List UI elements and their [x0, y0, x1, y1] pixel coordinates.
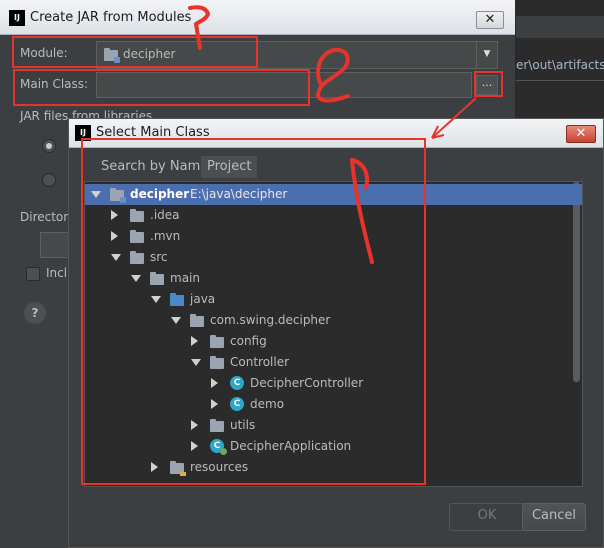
help-button[interactable]: ? — [24, 302, 46, 324]
copy-to-output-radio[interactable] — [42, 173, 56, 187]
annotation-box-tree — [81, 138, 426, 485]
annotation-box-module — [12, 36, 258, 68]
ok-button[interactable]: OK — [449, 503, 525, 531]
ide-path-text: er\out\artifacts\ — [516, 58, 604, 72]
include-tests-label: Incl — [46, 266, 68, 280]
chevron-down-icon[interactable]: ▼ — [476, 42, 497, 68]
include-tests-checkbox[interactable] — [26, 267, 40, 281]
cancel-button[interactable]: Cancel — [522, 503, 586, 531]
create-jar-titlebar: IJ Create JAR from Modules ✕ — [0, 0, 515, 35]
create-jar-title: Create JAR from Modules — [30, 10, 192, 25]
select-main-class-close-button[interactable]: ✕ — [566, 125, 596, 143]
annotation-box-main-class — [13, 69, 310, 106]
directory-label: Director — [20, 210, 69, 224]
ide-divider — [514, 80, 604, 81]
extract-to-jar-radio[interactable] — [42, 139, 56, 153]
ide-toolbar-band — [514, 16, 604, 38]
annotation-box-browse — [474, 71, 503, 97]
intellij-logo-icon: IJ — [9, 10, 25, 26]
create-jar-close-button[interactable]: ✕ — [476, 11, 504, 29]
